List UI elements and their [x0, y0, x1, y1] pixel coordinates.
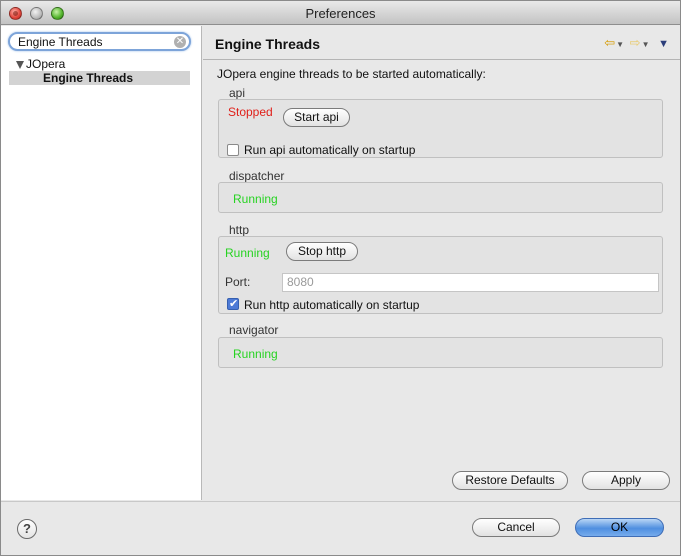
title-separator: [203, 59, 680, 60]
forward-history-dropdown-icon[interactable]: ▼: [642, 40, 651, 49]
filter-search-box[interactable]: ✕: [8, 32, 191, 51]
navigator-status: Running: [233, 347, 278, 361]
forward-arrow-icon[interactable]: ⇨: [630, 35, 642, 50]
dialog-footer: ? Cancel OK: [1, 501, 680, 555]
back-history-dropdown-icon[interactable]: ▼: [616, 40, 625, 49]
filter-search-input[interactable]: [18, 35, 168, 49]
api-autostart-checkbox[interactable]: [227, 144, 239, 156]
api-status: Stopped: [228, 105, 273, 119]
start-api-button[interactable]: Start api: [283, 108, 350, 127]
http-status: Running: [225, 246, 270, 260]
preference-sidebar: ✕ JOpera Engine Threads: [1, 26, 202, 500]
view-menu-icon[interactable]: ▼: [658, 38, 670, 50]
tree-node-label: JOpera: [26, 57, 66, 71]
api-autostart-label: Run api automatically on startup: [244, 143, 416, 157]
back-arrow-icon[interactable]: ⇦: [604, 35, 616, 50]
tree-node-jopera[interactable]: JOpera: [16, 57, 65, 71]
ok-button[interactable]: OK: [575, 518, 664, 537]
http-autostart-label: Run http automatically on startup: [244, 298, 420, 312]
help-icon[interactable]: ?: [17, 519, 37, 539]
page-navigation: ⇦▼ ⇨▼ ▼: [604, 35, 670, 51]
http-autostart-checkbox[interactable]: [227, 297, 239, 310]
window-title: Preferences: [305, 6, 376, 21]
api-group: Stopped Start api Run api automatically …: [218, 99, 663, 158]
expand-triangle-icon[interactable]: [16, 61, 24, 69]
title-bar[interactable]: Preferences: [1, 1, 680, 25]
preferences-window: Preferences ✕ JOpera Engine Threads Engi…: [0, 0, 681, 556]
navigator-group-label: navigator: [229, 323, 279, 337]
page-description: JOpera engine threads to be started auto…: [217, 67, 486, 81]
dispatcher-group-label: dispatcher: [229, 169, 285, 183]
stop-http-button[interactable]: Stop http: [286, 242, 358, 261]
api-group-label: api: [229, 86, 246, 100]
clear-search-icon[interactable]: ✕: [174, 36, 186, 48]
apply-button[interactable]: Apply: [582, 471, 670, 490]
cancel-button[interactable]: Cancel: [472, 518, 560, 537]
preference-page: Engine Threads ⇦▼ ⇨▼ ▼ JOpera engine thr…: [203, 26, 680, 500]
page-title: Engine Threads: [215, 36, 321, 52]
dispatcher-group: Running: [218, 182, 663, 213]
navigator-group: Running: [218, 337, 663, 368]
restore-defaults-button[interactable]: Restore Defaults: [452, 471, 568, 490]
http-group: Running Stop http Port: 8080 Run http au…: [218, 236, 663, 314]
port-label: Port:: [225, 275, 251, 289]
tree-item-engine-threads[interactable]: Engine Threads: [9, 71, 190, 85]
http-group-label: http: [229, 223, 250, 237]
port-field[interactable]: 8080: [282, 273, 659, 292]
dispatcher-status: Running: [233, 192, 278, 206]
